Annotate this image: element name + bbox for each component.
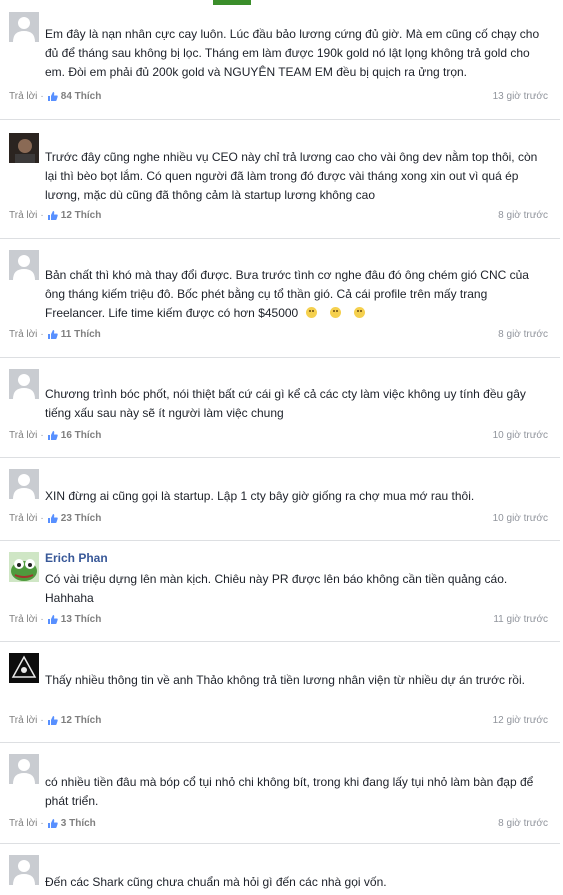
- comment-item: Đến các Shark cũng chưa chuẩn mà hỏi gì …: [0, 843, 560, 895]
- separator-dot: ·: [40, 614, 44, 625]
- comment-text: có nhiều tiền đâu mà bóp cổ tụi nhỏ chi …: [45, 775, 534, 808]
- comment-text: Có vài triệu dựng lên màn kịch. Chiêu nà…: [45, 572, 508, 605]
- emoji-icon: [354, 307, 366, 318]
- like-count[interactable]: 12 Thích: [61, 210, 102, 221]
- emoji-icon: [329, 307, 341, 318]
- like-count[interactable]: 12 Thích: [61, 715, 102, 726]
- default-avatar-icon[interactable]: [9, 369, 39, 399]
- comment-item: XIN đừng ai cũng gọi là startup. Lập 1 c…: [0, 457, 560, 541]
- comment-timestamp: 10 giờ trước: [492, 430, 548, 441]
- like-count[interactable]: 3 Thích: [61, 818, 96, 829]
- thumbs-up-icon: [47, 715, 58, 726]
- comment-timestamp: 13 giờ trước: [492, 91, 548, 102]
- reply-link[interactable]: Trả lời: [9, 513, 37, 524]
- separator-dot: ·: [40, 715, 44, 726]
- comment-item: Erich Phan Có vài triệu dựng lên màn kịc…: [0, 540, 560, 642]
- reply-link[interactable]: Trả lời: [9, 818, 37, 829]
- reply-link[interactable]: Trả lời: [9, 329, 37, 340]
- comment-text: Thấy nhiều thông tin về anh Thảo không t…: [45, 673, 525, 687]
- comment-actions: Trả lời · 12 Thích: [9, 715, 101, 726]
- comment-text: Bản chất thì khó mà thay đổi được. Bưa t…: [45, 266, 546, 323]
- comment-text: Chương trình bóc phốt, nói thiệt bất cứ …: [45, 387, 526, 420]
- like-count[interactable]: 23 Thích: [61, 513, 102, 524]
- comment-text: XIN đừng ai cũng gọi là startup. Lập 1 c…: [45, 489, 475, 503]
- comment-actions: Trả lời · 3 Thích: [9, 818, 96, 829]
- comment-timestamp: 8 giờ trước: [498, 329, 548, 340]
- comment-item: Em đây là nạn nhân cực cay luôn. Lúc đầu…: [0, 0, 560, 120]
- thumbs-up-icon: [47, 91, 58, 102]
- comment-actions: Trả lời · 84 Thích: [9, 91, 101, 102]
- comment-actions: Trả lời · 23 Thích: [9, 513, 101, 524]
- separator-dot: ·: [40, 430, 44, 441]
- frog-avatar-icon[interactable]: [9, 552, 39, 582]
- like-count[interactable]: 84 Thích: [61, 91, 102, 102]
- triangle-avatar-icon[interactable]: [9, 653, 39, 683]
- like-count[interactable]: 11 Thích: [61, 329, 101, 340]
- thumbs-up-icon: [47, 329, 58, 340]
- like-count[interactable]: 13 Thích: [61, 614, 102, 625]
- comment-item: Bản chất thì khó mà thay đổi được. Bưa t…: [0, 238, 560, 358]
- comment-actions: Trả lời · 13 Thích: [9, 614, 101, 625]
- default-avatar-icon[interactable]: [9, 855, 39, 885]
- comment-text-body: Bản chất thì khó mà thay đổi được. Bưa t…: [45, 268, 529, 320]
- emoji-icon: [305, 307, 317, 318]
- separator-dot: ·: [40, 329, 44, 340]
- reply-link[interactable]: Trả lời: [9, 614, 37, 625]
- comment-text: Trước đây cũng nghe nhiều vụ CEO này chỉ…: [45, 150, 538, 202]
- comment-actions: Trả lời · 16 Thích: [9, 430, 101, 441]
- comment-actions: Trả lời · 11 Thích: [9, 329, 101, 340]
- separator-dot: ·: [40, 513, 44, 524]
- thumbs-up-icon: [47, 430, 58, 441]
- default-avatar-icon[interactable]: [9, 469, 39, 499]
- default-avatar-icon[interactable]: [9, 250, 39, 280]
- reply-link[interactable]: Trả lời: [9, 430, 37, 441]
- comment-item: Trước đây cũng nghe nhiều vụ CEO này chỉ…: [0, 119, 560, 239]
- thumbs-up-icon: [47, 818, 58, 829]
- thumbs-up-icon: [47, 513, 58, 524]
- comment-timestamp: 8 giờ trước: [498, 818, 548, 829]
- reply-link[interactable]: Trả lời: [9, 715, 37, 726]
- like-count[interactable]: 16 Thích: [61, 430, 102, 441]
- comment-item: Chương trình bóc phốt, nói thiệt bất cứ …: [0, 357, 560, 458]
- thumbs-up-icon: [47, 210, 58, 221]
- default-avatar-icon[interactable]: [9, 754, 39, 784]
- comment-timestamp: 8 giờ trước: [498, 210, 548, 221]
- comment-author[interactable]: Erich Phan: [45, 551, 108, 565]
- photo-avatar-icon[interactable]: [9, 133, 39, 163]
- default-avatar-icon[interactable]: [9, 12, 39, 42]
- separator-dot: ·: [40, 818, 44, 829]
- reply-link[interactable]: Trả lời: [9, 210, 37, 221]
- comment-timestamp: 11 giờ trước: [493, 614, 548, 625]
- comment-text: Em đây là nạn nhân cực cay luôn. Lúc đầu…: [45, 27, 540, 79]
- comment-timestamp: 10 giờ trước: [492, 513, 548, 524]
- comment-item: có nhiều tiền đâu mà bóp cổ tụi nhỏ chi …: [0, 742, 560, 844]
- comment-actions: Trả lời · 12 Thích: [9, 210, 101, 221]
- comment-item: Thấy nhiều thông tin về anh Thảo không t…: [0, 641, 560, 743]
- separator-dot: ·: [40, 91, 44, 102]
- reply-link[interactable]: Trả lời: [9, 91, 37, 102]
- comment-timestamp: 12 giờ trước: [492, 715, 548, 726]
- comment-text: Đến các Shark cũng chưa chuẩn mà hỏi gì …: [45, 875, 387, 889]
- separator-dot: ·: [40, 210, 44, 221]
- thumbs-up-icon: [47, 614, 58, 625]
